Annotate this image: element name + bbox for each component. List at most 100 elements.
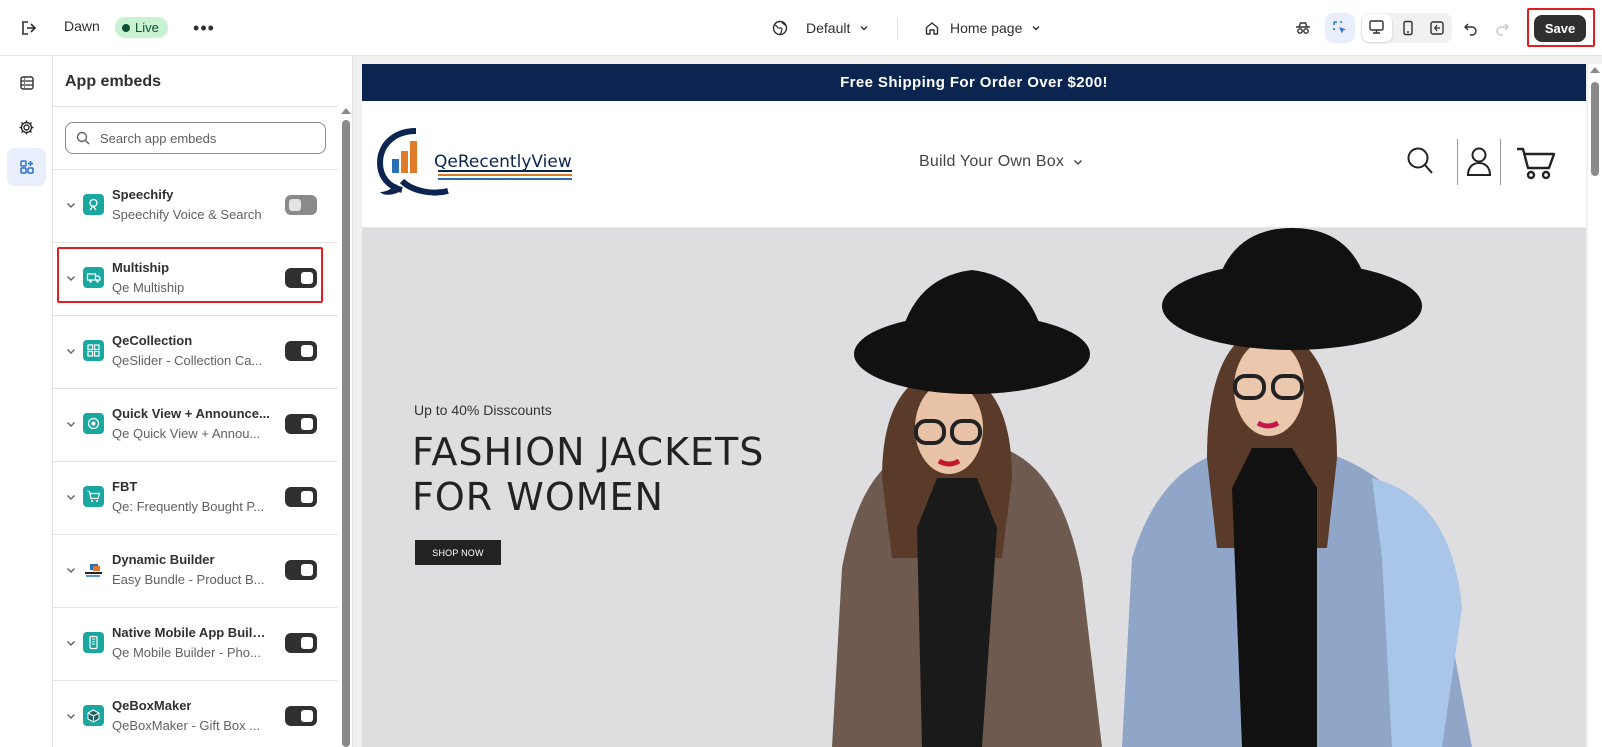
toggle-knob: [301, 345, 313, 357]
embed-name: QeCollection: [112, 333, 193, 348]
cart-icon: [83, 486, 104, 507]
inspector-button[interactable]: [1325, 13, 1355, 43]
mobile-icon: [1403, 20, 1413, 36]
sections-icon: [19, 76, 34, 90]
toggle-knob: [301, 272, 313, 284]
scrollbar-thumb[interactable]: [1591, 82, 1599, 176]
embed-toggle[interactable]: [285, 268, 317, 288]
chevron-down-icon: [860, 26, 868, 31]
live-dot-icon: [122, 23, 130, 32]
store-header: QeRecentlyView Build Your Own Box: [362, 101, 1586, 228]
scroll-up-arrow-icon[interactable]: [341, 108, 351, 114]
chevron-down-icon: [1074, 160, 1083, 165]
redo-button[interactable]: [1487, 13, 1517, 43]
embed-toggle[interactable]: [285, 706, 317, 726]
embed-item-dynamic-builder: Dynamic Builder Easy Bundle - Product B.…: [53, 535, 338, 608]
chevron-down-icon[interactable]: [65, 491, 77, 503]
preview-as-customer-button[interactable]: [1288, 13, 1318, 43]
rail-settings-button[interactable]: [7, 108, 46, 146]
header-divider: [1500, 139, 1501, 185]
speechify-icon: [83, 194, 104, 215]
store-cart-button[interactable]: [1516, 142, 1556, 187]
scrollbar-thumb[interactable]: [342, 120, 350, 747]
chevron-down-icon[interactable]: [65, 564, 77, 576]
chevron-down-icon[interactable]: [65, 199, 77, 211]
select-cursor-icon: [1333, 21, 1346, 34]
panel-scrollbar[interactable]: [338, 106, 352, 747]
toggle-knob: [289, 199, 301, 211]
chevron-down-icon[interactable]: [65, 272, 77, 284]
rail-sections-button[interactable]: [7, 64, 46, 102]
topbar-divider: [897, 18, 898, 40]
exit-icon: [22, 21, 37, 35]
desktop-icon: [1368, 19, 1385, 36]
home-icon: [925, 22, 939, 35]
preset-label: Default: [806, 20, 851, 36]
preview-frame: Free Shipping For Order Over $200! QeRec…: [362, 64, 1586, 747]
mobile-icon: [83, 632, 104, 653]
save-button[interactable]: Save: [1534, 15, 1586, 42]
device-mobile-button[interactable]: [1393, 13, 1423, 43]
nav-build-your-own-box[interactable]: Build Your Own Box: [919, 153, 1084, 171]
embed-list: Speechify Speechify Voice & Search Multi…: [53, 170, 338, 747]
panel-title: App embeds: [65, 73, 162, 90]
theme-preset-selector[interactable]: Default: [772, 14, 870, 42]
embed-name: Quick View + Announce...: [112, 406, 270, 421]
embed-item-native-mobile: Native Mobile App Builder Qe Mobile Buil…: [53, 608, 338, 681]
embed-subtitle: Qe Mobile Builder - Pho...: [112, 645, 261, 660]
store-account-button[interactable]: [1465, 146, 1493, 181]
hero-banner: Up to 40% Disscounts FASHION JACKETS FOR…: [362, 228, 1586, 747]
header-divider: [1457, 139, 1458, 185]
embed-name: FBT: [112, 479, 138, 494]
embed-item-qecollection: QeCollection QeSlider - Collection Ca...: [53, 316, 338, 389]
scroll-up-arrow-icon[interactable]: [1590, 67, 1600, 73]
incognito-icon: [1296, 22, 1310, 34]
exit-button[interactable]: [14, 14, 42, 42]
store-logo[interactable]: QeRecentlyView: [376, 125, 576, 208]
search-field[interactable]: [65, 122, 326, 154]
toggle-knob: [301, 491, 313, 503]
expand-icon: [1430, 21, 1444, 35]
announcement-bar: Free Shipping For Order Over $200!: [362, 64, 1586, 101]
embed-name: Multiship: [112, 260, 170, 275]
more-icon: •••: [193, 17, 215, 38]
logo-text: QeRecentlyView: [434, 152, 572, 172]
embed-subtitle: Qe Quick View + Annou...: [112, 426, 261, 441]
embed-name: Speechify: [112, 187, 174, 202]
device-fullscreen-button[interactable]: [1422, 13, 1452, 43]
embed-toggle[interactable]: [285, 487, 317, 507]
globe-icon: [772, 20, 788, 36]
rail-app-embeds-button[interactable]: [7, 148, 46, 186]
shop-now-button[interactable]: SHOP NOW: [415, 540, 501, 565]
search-input[interactable]: [100, 130, 300, 146]
embed-subtitle: Easy Bundle - Product B...: [112, 572, 265, 587]
editor-topbar: Dawn Live ••• Default Home page Save: [0, 0, 1602, 56]
embed-toggle[interactable]: [285, 633, 317, 653]
embed-toggle[interactable]: [285, 414, 317, 434]
embed-item-qeboxmaker: QeBoxMaker QeBoxMaker - Gift Box ...: [53, 681, 338, 747]
app-embeds-panel: App embeds Speechify Speechify Voice & S…: [53, 56, 353, 747]
embed-toggle[interactable]: [285, 560, 317, 580]
status-badge-label: Live: [135, 20, 159, 35]
bundle-icon: [83, 559, 104, 580]
page-selector[interactable]: Home page: [924, 14, 1042, 42]
apps-icon: [19, 160, 34, 174]
hero-title: FASHION JACKETS FOR WOMEN: [412, 430, 812, 520]
embed-subtitle: Qe Multiship: [112, 280, 185, 295]
preview-scrollbar[interactable]: [1588, 64, 1602, 747]
gear-icon: [19, 120, 34, 134]
store-search-button[interactable]: [1406, 146, 1434, 181]
embed-item-multiship: Multiship Qe Multiship: [53, 243, 338, 316]
embed-subtitle: Speechify Voice & Search: [112, 207, 262, 222]
embed-toggle[interactable]: [285, 341, 317, 361]
embed-toggle[interactable]: [285, 195, 317, 215]
redo-icon: [1496, 23, 1509, 36]
cart-icon: [1517, 147, 1556, 180]
chevron-down-icon[interactable]: [65, 418, 77, 430]
more-actions-button[interactable]: •••: [190, 14, 218, 42]
undo-button[interactable]: [1456, 13, 1486, 43]
chevron-down-icon[interactable]: [65, 345, 77, 357]
chevron-down-icon[interactable]: [65, 710, 77, 722]
toggle-knob: [301, 637, 313, 649]
chevron-down-icon[interactable]: [65, 637, 77, 649]
